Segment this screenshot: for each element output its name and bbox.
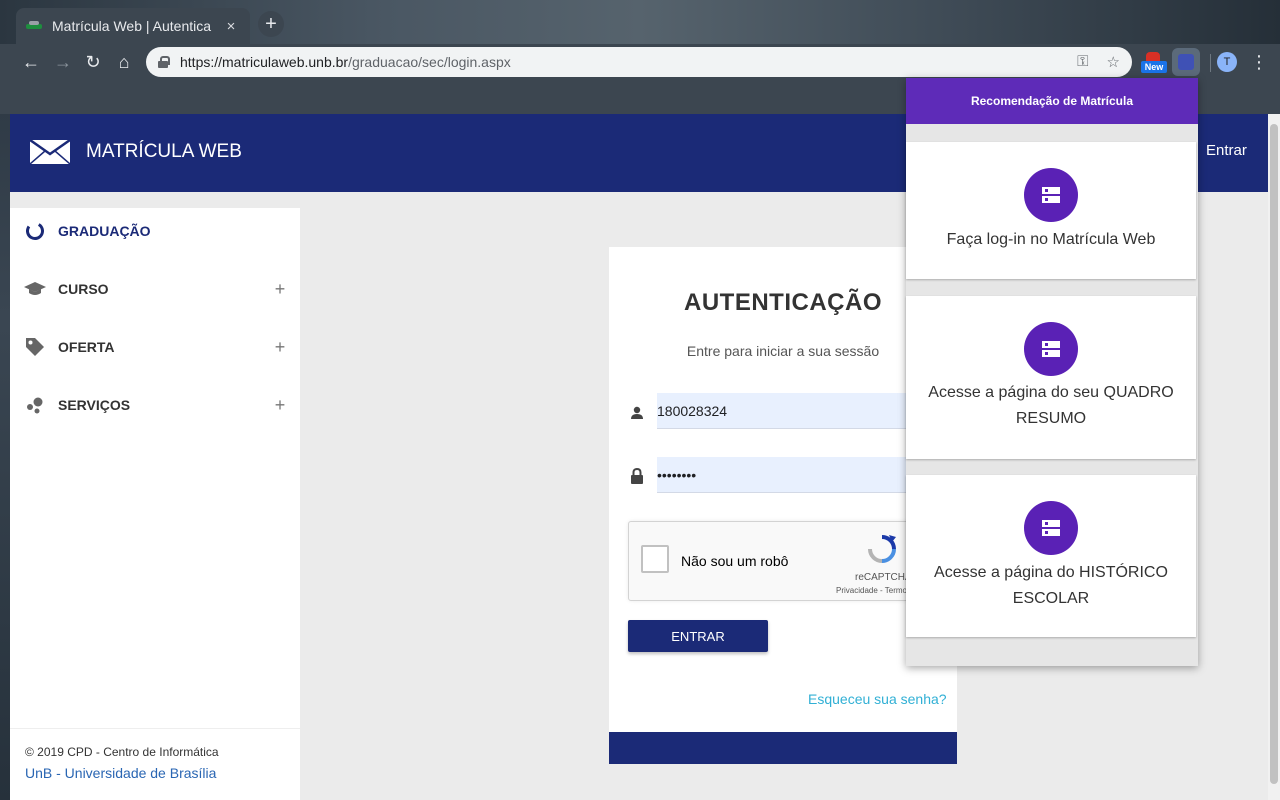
footer-university-link[interactable]: UnB - Universidade de Brasília (25, 765, 285, 781)
profile-avatar[interactable]: T (1217, 52, 1237, 72)
site-favicon-icon (26, 21, 42, 31)
reload-icon[interactable]: ↻ (80, 49, 106, 75)
page-title: AUTENTICAÇÃO (684, 289, 882, 316)
sidebar-item-oferta[interactable]: OFERTA + (10, 327, 300, 367)
auth-card: AUTENTICAÇÃO Entre para iniciar a sua se… (609, 247, 957, 764)
server-icon (1024, 501, 1078, 555)
recommendation-card-historico[interactable]: Acesse a página do HISTÓRICO ESCOLAR (906, 475, 1196, 637)
sidebar-item-servicos[interactable]: SERVIÇOS + (10, 385, 300, 425)
recaptcha-logo-icon (868, 535, 896, 563)
circle-notch-icon (24, 220, 46, 242)
recommendation-text: Faça log-in no Matrícula Web (946, 231, 1156, 248)
extension-new-badge: New (1141, 61, 1167, 73)
sidebar-item-curso[interactable]: CURSO + (10, 269, 300, 309)
url-path: /graduacao/sec/login.aspx (348, 54, 511, 70)
server-icon (1024, 168, 1078, 222)
browser-toolbar: ← → ↻ ⌂ https://matriculaweb.unb.br/grad… (0, 44, 1280, 80)
sidebar: GRADUAÇÃO CURSO + OFERTA + SERVIÇOS + © … (10, 208, 300, 800)
bookmark-star-icon[interactable]: ☆ (1107, 53, 1120, 71)
recommendation-text: Acesse a página do seu QUADRO RESUMO (928, 384, 1174, 427)
user-icon (629, 405, 645, 421)
url-host: https://matriculaweb.unb.br (180, 54, 349, 70)
submit-button[interactable]: ENTRAR (628, 620, 768, 652)
sidebar-item-label: CURSO (58, 281, 109, 297)
recommendation-text: Acesse a página do HISTÓRICO ESCOLAR (934, 564, 1168, 607)
page-scrollbar[interactable] (1268, 114, 1280, 800)
recaptcha-terms-link[interactable]: Privacidade - Termos (836, 586, 911, 595)
new-extension-icon[interactable]: New (1141, 50, 1167, 74)
page-subtitle: Entre para iniciar a sua sessão (686, 343, 880, 359)
forward-arrow-icon[interactable]: → (50, 49, 76, 75)
graduation-cap-icon (24, 278, 46, 300)
recommendation-card-login[interactable]: Faça log-in no Matrícula Web (906, 142, 1196, 279)
tag-icon (24, 336, 46, 358)
browser-tabstrip: Matrícula Web | Autentica × + (0, 0, 1280, 44)
extension-popup: Recomendação de Matrícula Faça log-in no… (906, 78, 1198, 666)
footer-copyright: © 2019 CPD - Centro de Informática (25, 745, 219, 759)
popup-title: Recomendação de Matrícula (906, 78, 1198, 124)
back-arrow-icon[interactable]: ← (18, 49, 44, 75)
recaptcha-checkbox[interactable] (641, 545, 669, 573)
sidebar-footer: © 2019 CPD - Centro de Informática UnB -… (10, 728, 300, 800)
sidebar-item-label: OFERTA (58, 339, 115, 355)
tab-title: Matrícula Web | Autentica (52, 18, 212, 34)
recaptcha-brand: reCAPTCHA (855, 572, 912, 583)
matricula-extension-icon[interactable] (1172, 48, 1200, 76)
expand-plus-icon[interactable]: + (260, 337, 300, 358)
lock-icon (629, 468, 645, 484)
expand-plus-icon[interactable]: + (260, 395, 300, 416)
sidebar-item-graduacao[interactable]: GRADUAÇÃO (10, 211, 300, 251)
expand-plus-icon[interactable]: + (260, 279, 300, 300)
browser-tab[interactable]: Matrícula Web | Autentica × (16, 8, 250, 44)
key-icon[interactable]: ⚿ (1077, 53, 1088, 71)
address-bar[interactable]: https://matriculaweb.unb.br/graduacao/se… (146, 47, 1132, 77)
toolbar-divider (1210, 54, 1211, 72)
services-dots-icon (24, 394, 46, 416)
home-icon[interactable]: ⌂ (111, 49, 137, 75)
browser-menu-icon[interactable]: ⋮ (1250, 49, 1268, 75)
new-tab-button[interactable]: + (258, 11, 284, 37)
card-footer-bar (609, 732, 957, 764)
header-login-link[interactable]: Entrar (1206, 142, 1247, 159)
lock-icon (158, 56, 170, 68)
recommendation-card-quadro-resumo[interactable]: Acesse a página do seu QUADRO RESUMO (906, 296, 1196, 459)
brand[interactable]: MATRÍCULA WEB (30, 140, 242, 164)
sidebar-item-label: GRADUAÇÃO (58, 223, 151, 239)
recaptcha-label: Não sou um robô (681, 553, 789, 569)
recaptcha-widget: Não sou um robô reCAPTCHA Privacidade - … (628, 521, 932, 601)
scrollbar-thumb[interactable] (1270, 124, 1278, 784)
envelope-logo-icon (30, 140, 70, 164)
tab-close-icon[interactable]: × (222, 18, 240, 35)
sidebar-item-label: SERVIÇOS (58, 397, 131, 413)
forgot-password-link[interactable]: Esqueceu sua senha? (808, 691, 947, 707)
server-icon (1024, 322, 1078, 376)
brand-title: MATRÍCULA WEB (86, 141, 242, 162)
